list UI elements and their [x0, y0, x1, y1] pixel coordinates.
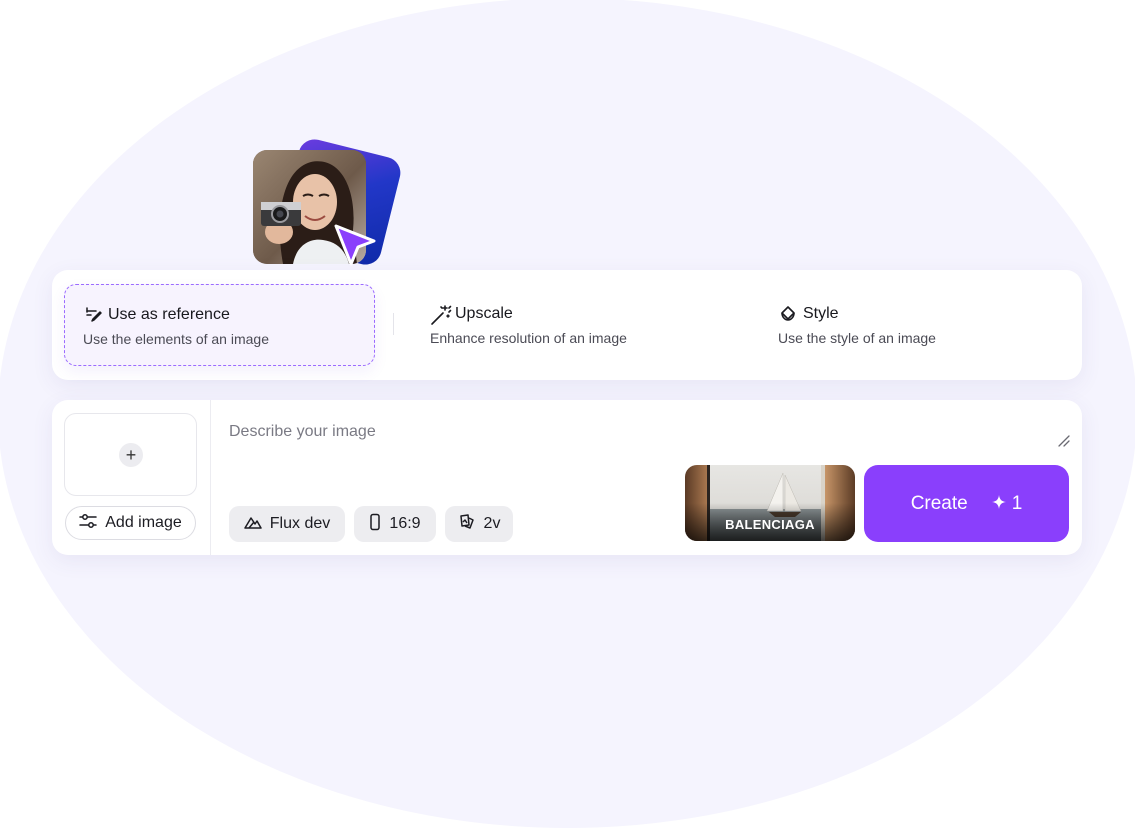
- variants-label: 2v: [483, 515, 501, 532]
- prompt-bar: + Add image Flu: [52, 400, 1082, 555]
- phone-frame-icon: [369, 513, 381, 536]
- style-preset-label: BALENCIAGA: [725, 517, 815, 532]
- plus-icon[interactable]: +: [119, 443, 143, 467]
- prompt-input[interactable]: [229, 420, 1029, 444]
- style-icon: [778, 304, 798, 324]
- option-title: Style: [803, 305, 839, 322]
- variants-selector[interactable]: 2v: [445, 506, 513, 542]
- resize-handle-icon[interactable]: [1057, 434, 1071, 448]
- add-image-button[interactable]: Add image: [65, 506, 196, 540]
- mountain-icon: [244, 515, 262, 534]
- divider: [393, 313, 394, 335]
- option-description: Enhance resolution of an image: [430, 330, 627, 346]
- sliders-icon: [79, 513, 97, 534]
- image-options-panel: Use as reference Use the elements of an …: [52, 270, 1082, 380]
- style-preset-thumbnail[interactable]: BALENCIAGA: [685, 465, 855, 541]
- image-upload-column: + Add image: [52, 400, 211, 555]
- aspect-ratio-selector[interactable]: 16:9: [354, 506, 436, 542]
- model-label: Flux dev: [269, 515, 331, 532]
- sparkle-icon: [991, 493, 1006, 515]
- option-title: Use as reference: [108, 306, 230, 323]
- reference-photo-stack[interactable]: [250, 135, 410, 280]
- credit-cost: 1: [991, 492, 1023, 515]
- option-description: Use the elements of an image: [83, 331, 269, 347]
- option-style[interactable]: Style Use the style of an image: [760, 284, 1060, 366]
- option-title: Upscale: [455, 305, 513, 322]
- option-upscale[interactable]: Upscale Enhance resolution of an image: [412, 284, 742, 366]
- aspect-ratio-label: 16:9: [389, 515, 421, 532]
- model-selector[interactable]: Flux dev: [229, 506, 345, 542]
- create-button[interactable]: Create 1: [864, 465, 1069, 542]
- cursor-arrow-icon: [332, 223, 378, 269]
- credit-count: 1: [1011, 492, 1023, 514]
- create-label: Create: [910, 492, 968, 514]
- images-stack-icon: [458, 513, 476, 536]
- reference-icon: [83, 305, 103, 325]
- image-drop-zone[interactable]: +: [64, 413, 197, 496]
- option-description: Use the style of an image: [778, 330, 936, 346]
- option-use-as-reference[interactable]: Use as reference Use the elements of an …: [64, 284, 375, 366]
- magic-wand-icon: [430, 304, 452, 325]
- add-image-label: Add image: [105, 514, 182, 531]
